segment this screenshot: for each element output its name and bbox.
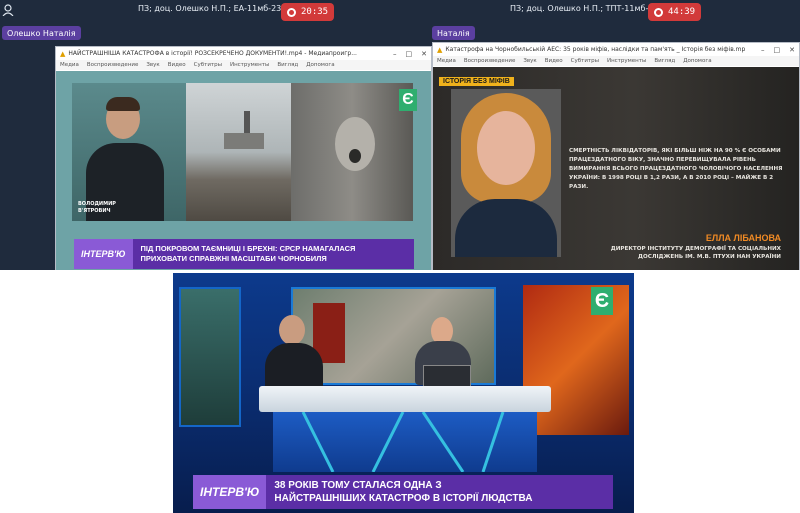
maximize-button[interactable]: □ xyxy=(774,46,781,54)
desk-pattern xyxy=(301,412,505,472)
record-icon xyxy=(287,7,296,17)
banner-tag: ІНТЕРВ'Ю xyxy=(74,239,133,269)
banner-text: ПІД ПОКРОВОМ ТАЄМНИЦІ І БРЕХНІ: СРСР НАМ… xyxy=(132,239,414,269)
menu-bar: Медиа Воспроизведение Звук Видео Субтитр… xyxy=(56,60,431,70)
person-role: ДИРЕКТОР ІНСТИТУТУ ДЕМОГРАФІЇ ТА СОЦІАЛЬ… xyxy=(610,246,781,260)
portrait-face xyxy=(477,111,535,185)
menu-bar: Медиа Воспроизведение Звук Видео Субтитр… xyxy=(433,56,799,66)
menu-item-playback[interactable]: Воспроизведение xyxy=(464,58,515,64)
meeting-title: ПЗ; доц. Олешко Н.П.; ТПТ-11мб-23 xyxy=(510,4,659,13)
laptop xyxy=(423,365,471,387)
menu-item-subtitles[interactable]: Субтитры xyxy=(571,58,599,64)
close-button[interactable]: ✕ xyxy=(421,50,427,58)
portrait-photo xyxy=(451,89,561,257)
studio-desk-top xyxy=(259,386,551,412)
maximize-button[interactable]: □ xyxy=(406,50,413,58)
guest-head xyxy=(279,315,305,345)
banner-tag: ІНТЕРВ'Ю xyxy=(193,475,267,509)
banner-text: 38 РОКІВ ТОМУ СТАЛАСЯ ОДНА З НАЙСТРАШНІШ… xyxy=(266,475,613,509)
window-titlebar[interactable]: ▲ Катастрофа на Чорнобильській АЕС: 35 р… xyxy=(433,43,799,56)
quote-text: СМЕРТНІСТЬ ЛІКВІДАТОРІВ, ЯКІ БІЛЬШ НІЖ Н… xyxy=(569,148,783,190)
vlc-cone-icon: ▲ xyxy=(437,45,443,54)
left-meeting-panel: ПЗ; доц. Олешко Н.П.; ЕА-11мб-23 20:35 О… xyxy=(0,0,432,270)
media-player-window[interactable]: ▲ Катастрофа на Чорнобильській АЕС: 35 р… xyxy=(432,42,800,270)
minimize-button[interactable]: – xyxy=(393,50,397,58)
menu-item-tools[interactable]: Инструменты xyxy=(230,62,269,68)
studio-video[interactable]: Є ІНТЕРВ'Ю 38 РОКІВ ТОМУ СТАЛАСЯ ОДНА З … xyxy=(173,273,634,513)
speaker-caption: ВОЛОДИМИР В'ЯТРОВИЧ xyxy=(78,201,116,214)
recording-timer[interactable]: 44:39 xyxy=(648,3,702,21)
espreso-logo: Є xyxy=(399,89,417,111)
person-name: ЕЛЛА ЛІБАНОВА xyxy=(705,233,781,243)
menu-item-subtitles[interactable]: Субтитры xyxy=(194,62,222,68)
side-screen-left xyxy=(179,287,241,427)
menu-item-tools[interactable]: Инструменты xyxy=(607,58,646,64)
person-icon[interactable] xyxy=(2,4,14,16)
speaker-hair xyxy=(106,97,140,111)
window-title: Катастрофа на Чорнобильській АЕС: 35 рок… xyxy=(445,46,746,53)
menu-item-video[interactable]: Видео xyxy=(545,58,563,64)
plant-building xyxy=(224,133,264,149)
meeting-title: ПЗ; доц. Олешко Н.П.; ЕА-11мб-23 xyxy=(138,4,282,13)
lower-third-banner: ІНТЕРВ'Ю ПІД ПОКРОВОМ ТАЄМНИЦІ І БРЕХНІ:… xyxy=(74,239,414,269)
lower-third-banner: ІНТЕРВ'Ю 38 РОКІВ ТОМУ СТАЛАСЯ ОДНА З НА… xyxy=(193,475,613,509)
participant-name-tag: Олешко Наталія xyxy=(2,26,81,40)
menu-item-view[interactable]: Вигляд xyxy=(277,62,298,68)
close-button[interactable]: ✕ xyxy=(789,46,795,54)
side-screen-right xyxy=(523,285,629,435)
menu-item-playback[interactable]: Воспроизведение xyxy=(87,62,138,68)
statue-mouth xyxy=(349,149,361,163)
minimize-button[interactable]: – xyxy=(761,46,765,54)
show-label: ІСТОРІЯ БЕЗ МІФІВ xyxy=(439,77,514,86)
menu-item-media[interactable]: Медиа xyxy=(60,62,79,68)
window-title: НАЙСТРАШНІША КАТАСТРОФА в історії! РОЗСЕ… xyxy=(68,50,357,57)
chernobyl-photo xyxy=(186,83,291,221)
menu-item-view[interactable]: Вигляд xyxy=(654,58,675,64)
window-titlebar[interactable]: ▲ НАЙСТРАШНІША КАТАСТРОФА в історії! РОЗ… xyxy=(56,47,431,60)
menu-item-audio[interactable]: Звук xyxy=(146,62,159,68)
right-meeting-panel: ПЗ; доц. Олешко Н.П.; ТПТ-11мб-23 44:39 … xyxy=(432,0,800,270)
record-icon xyxy=(654,7,663,17)
recording-timer[interactable]: 20:35 xyxy=(281,3,335,21)
menu-item-media[interactable]: Медиа xyxy=(437,58,456,64)
media-player-window[interactable]: ▲ НАЙСТРАШНІША КАТАСТРОФА в історії! РОЗ… xyxy=(55,46,432,270)
portrait-jacket xyxy=(455,199,557,257)
menu-item-audio[interactable]: Звук xyxy=(523,58,536,64)
vlc-cone-icon: ▲ xyxy=(60,49,66,58)
menu-item-video[interactable]: Видео xyxy=(168,62,186,68)
video-frame[interactable]: ВОЛОДИМИР В'ЯТРОВИЧ Є ІНТЕРВ'Ю ПІД ПОКРО… xyxy=(56,71,431,270)
participant-name-tag: Наталія xyxy=(432,26,475,40)
timer-text: 44:39 xyxy=(668,7,696,17)
espreso-logo: Є xyxy=(591,287,613,315)
menu-item-help[interactable]: Допомога xyxy=(683,58,711,64)
video-frame[interactable]: ІСТОРІЯ БЕЗ МІФІВ СМЕРТНІСТЬ ЛІКВІДАТОРІ… xyxy=(433,67,799,270)
statue-photo xyxy=(291,83,413,221)
speaker-video: ВОЛОДИМИР В'ЯТРОВИЧ xyxy=(72,83,186,221)
timer-text: 20:35 xyxy=(301,7,329,17)
menu-item-help[interactable]: Допомога xyxy=(306,62,334,68)
